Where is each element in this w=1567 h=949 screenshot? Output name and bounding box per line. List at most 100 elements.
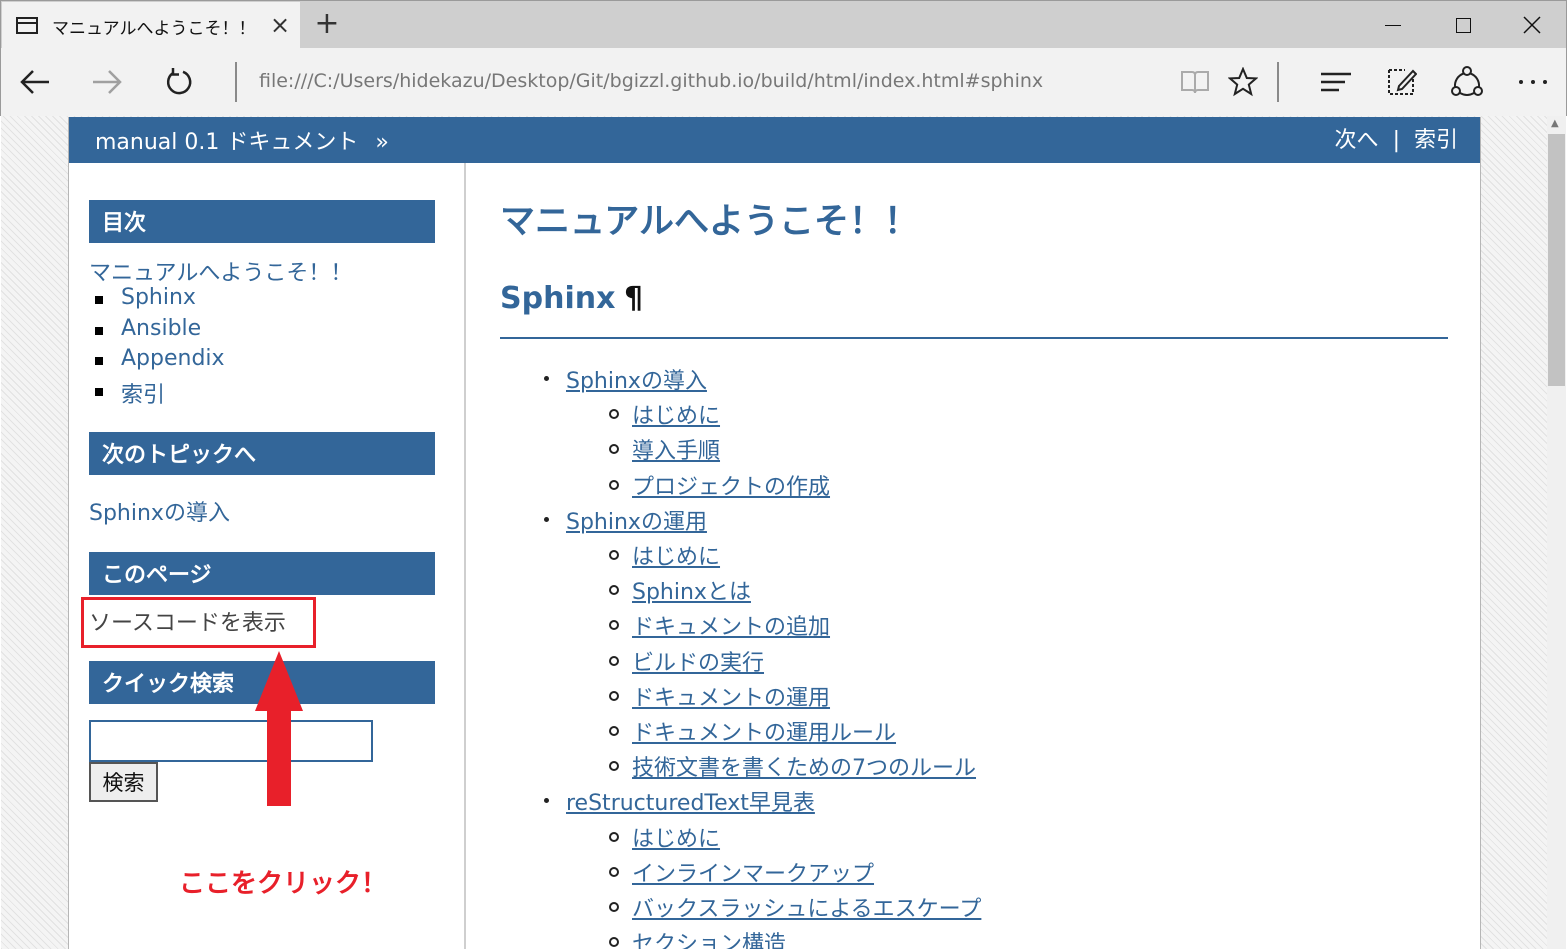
circle-bullet-icon xyxy=(609,444,619,455)
web-note-icon xyxy=(1388,69,1417,95)
relbar-nav: 次へ | 索引 xyxy=(1335,122,1458,154)
tab-close-button[interactable]: × xyxy=(270,11,290,39)
toctree-link[interactable]: Sphinxの導入 xyxy=(566,369,707,394)
next-link[interactable]: 次へ xyxy=(1335,128,1379,153)
vertical-scrollbar[interactable]: ▲ xyxy=(1547,116,1566,949)
index-link[interactable]: 索引 xyxy=(1414,128,1458,153)
circle-bullet-icon xyxy=(609,585,619,596)
toctree-sublink[interactable]: プロジェクトの作成 xyxy=(632,475,830,500)
tab-title: マニュアルへようこそ！！ xyxy=(52,19,256,39)
toctree-sublink[interactable]: Sphinxとは xyxy=(632,580,751,605)
bullet-icon xyxy=(544,516,549,522)
toctree-subitem: 導入手順 xyxy=(609,433,720,465)
minimize-button[interactable] xyxy=(1359,1,1427,49)
toctree-sublink[interactable]: ドキュメントの運用ルール xyxy=(632,721,896,746)
toctree-sublink[interactable]: ビルドの実行 xyxy=(632,651,764,676)
address-divider xyxy=(235,62,237,102)
refresh-button[interactable] xyxy=(159,62,199,102)
toctree-sublink[interactable]: はじめに xyxy=(632,827,720,852)
toctree-subitem: ビルドの実行 xyxy=(609,645,764,677)
section-heading: Sphinx xyxy=(500,281,616,316)
circle-bullet-icon xyxy=(609,620,619,631)
toctree-sublink[interactable]: はじめに xyxy=(632,545,720,570)
toctree-link[interactable]: reStructuredText早見表 xyxy=(566,791,815,816)
circle-bullet-icon xyxy=(609,866,619,877)
toctree-sublink[interactable]: はじめに xyxy=(632,404,720,429)
more-button[interactable] xyxy=(1513,62,1553,102)
toc-item[interactable]: Appendix xyxy=(95,346,225,377)
toctree-item: reStructuredText早見表 xyxy=(544,785,815,817)
related-bar: manual 0.1 ドキュメント » 次へ | 索引 xyxy=(69,117,1480,163)
window-close-button[interactable] xyxy=(1498,1,1566,49)
heading-permalink[interactable]: ¶ xyxy=(624,281,643,316)
toctree-sublink[interactable]: インラインマークアップ xyxy=(632,862,874,887)
web-note-button[interactable] xyxy=(1381,62,1421,102)
favorite-button[interactable] xyxy=(1223,62,1263,102)
toctree-subitem: 技術文書を書くための7つのルール xyxy=(609,750,976,782)
toctree-link[interactable]: Sphinxの運用 xyxy=(566,510,707,535)
circle-bullet-icon xyxy=(609,479,619,490)
tab-bar: マニュアルへようこそ！！ × + xyxy=(0,0,1567,49)
toctree-subitem: バックスラッシュによるエスケープ xyxy=(609,891,981,923)
toctree-subitem: セクション構造 xyxy=(609,926,786,949)
new-tab-button[interactable]: + xyxy=(313,7,341,41)
document: manual 0.1 ドキュメント » 次へ | 索引 目次 マニュアルへようこそ！… xyxy=(68,117,1481,949)
back-arrow-icon xyxy=(20,70,49,94)
more-icon xyxy=(1519,80,1547,84)
address-bar[interactable]: file:///C:/Users/hidekazu/Desktop/Git/bg… xyxy=(259,70,1043,92)
toctree-item: Sphinxの運用 xyxy=(544,504,707,536)
share-icon xyxy=(1451,66,1483,96)
scrollbar-thumb[interactable] xyxy=(1548,134,1565,386)
toctree-subitem: ドキュメントの運用 xyxy=(609,680,830,712)
circle-bullet-icon xyxy=(609,726,619,736)
toctree-subitem: ドキュメントの追加 xyxy=(609,609,830,641)
search-button[interactable]: 検索 xyxy=(89,762,158,802)
maximize-icon xyxy=(1455,17,1471,33)
toctree-subitem: プロジェクトの作成 xyxy=(609,469,830,501)
forward-button[interactable] xyxy=(87,62,127,102)
toctree-sublink[interactable]: ドキュメントの運用 xyxy=(632,686,830,711)
toctree-sublink[interactable]: バックスラッシュによるエスケープ xyxy=(632,897,981,922)
circle-bullet-icon xyxy=(609,761,619,772)
toctree-sublink[interactable]: 技術文書を書くための7つのルール xyxy=(632,756,976,781)
toc-item[interactable]: Sphinx xyxy=(95,285,225,316)
scroll-up-arrow-icon[interactable]: ▲ xyxy=(1551,118,1559,129)
toc-item[interactable]: 索引 xyxy=(95,377,225,408)
toctree-item: Sphinxの導入 xyxy=(544,363,707,395)
circle-bullet-icon xyxy=(609,902,619,912)
toctree-sublink[interactable]: セクション構造 xyxy=(632,932,786,949)
share-button[interactable] xyxy=(1447,62,1487,102)
maximize-button[interactable] xyxy=(1429,1,1497,49)
red-arrow-icon xyxy=(255,651,303,806)
forward-arrow-icon xyxy=(93,70,122,94)
close-icon xyxy=(1523,16,1541,34)
toc-item[interactable]: Ansible xyxy=(95,316,225,347)
toctree-subitem: ドキュメントの運用ルール xyxy=(609,715,896,747)
toc-root-link[interactable]: マニュアルへようこそ！！ xyxy=(89,255,352,287)
circle-bullet-icon xyxy=(609,831,619,842)
next-topic-heading: 次のトピックへ xyxy=(89,432,435,475)
browser-tab[interactable]: マニュアルへようこそ！！ × xyxy=(2,2,300,49)
circle-bullet-icon xyxy=(609,937,619,948)
toolbar-divider xyxy=(1277,62,1279,102)
toctree-subitem: Sphinxとは xyxy=(609,574,751,606)
page-title: マニュアルへようこそ！！ xyxy=(500,202,919,242)
annotation-text: ここをクリック！ xyxy=(179,869,388,899)
toctree-subitem: はじめに xyxy=(609,539,720,571)
home-link[interactable]: manual 0.1 ドキュメント xyxy=(95,130,358,155)
hub-button[interactable] xyxy=(1316,62,1356,102)
toctree-sublink[interactable]: ドキュメントの追加 xyxy=(632,615,830,640)
this-page-heading: このページ xyxy=(89,552,435,595)
toctree-sublink[interactable]: 導入手順 xyxy=(632,439,720,464)
circle-bullet-icon xyxy=(609,690,619,701)
reading-view-button[interactable] xyxy=(1175,62,1215,102)
back-button[interactable] xyxy=(15,62,55,102)
toctree-subitem: はじめに xyxy=(609,398,720,430)
toctree-subitem: はじめに xyxy=(609,821,720,853)
search-input[interactable] xyxy=(89,720,373,762)
hub-icon xyxy=(1321,72,1351,92)
navigation-bar: file:///C:/Users/hidekazu/Desktop/Git/bg… xyxy=(0,48,1567,116)
toc-heading: 目次 xyxy=(89,200,435,243)
bullet-icon xyxy=(544,798,549,804)
next-topic-link[interactable]: Sphinxの導入 xyxy=(89,495,230,527)
